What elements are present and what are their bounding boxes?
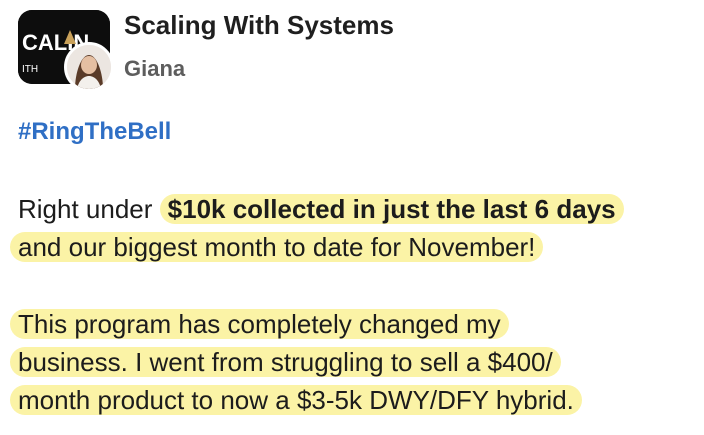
post-paragraph-1: Right under $10k collected in just the l… <box>10 190 700 266</box>
paragraph-1-line-2: and our biggest month to date for Novemb… <box>10 228 700 266</box>
hashtag-link[interactable]: #RingTheBell <box>18 118 171 146</box>
highlighted-text-line-2: business. I went from struggling to sell… <box>10 347 561 377</box>
post-paragraph-2: This program has completely changed my b… <box>10 305 700 419</box>
highlighted-text-line-3: month product to now a $3-5k DWY/DFY hyb… <box>10 385 582 415</box>
highlighted-month-text: and our biggest month to date for Novemb… <box>10 232 544 262</box>
paragraph-1-line-1-text: Right under <box>18 194 160 224</box>
post-header: CALIN ITH Scaling With Systems Giana <box>12 4 702 92</box>
paragraph-1-line-1: Right under $10k collected in just the l… <box>10 190 700 228</box>
avatar-image <box>67 45 111 89</box>
avatar[interactable] <box>64 42 114 92</box>
highlighted-revenue-text: $10k collected in just the last 6 days <box>159 194 624 224</box>
group-name[interactable]: Scaling With Systems <box>124 10 394 41</box>
paragraph-2-line-3: month product to now a $3-5k DWY/DFY hyb… <box>10 381 700 419</box>
paragraph-2-line-2: business. I went from struggling to sell… <box>10 343 700 381</box>
author-name[interactable]: Giana <box>124 56 185 82</box>
highlighted-text-line-1: This program has completely changed my <box>10 309 509 339</box>
logo-subtext: ITH <box>22 64 38 75</box>
paragraph-2-line-1: This program has completely changed my <box>10 305 700 343</box>
